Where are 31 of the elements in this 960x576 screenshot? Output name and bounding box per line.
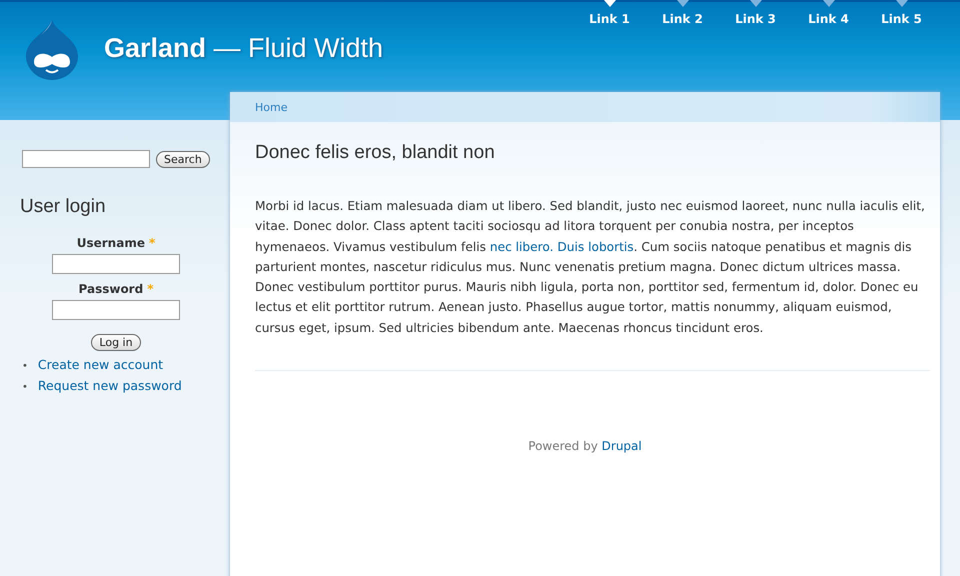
nav-link[interactable]: Link 3	[719, 2, 792, 26]
body-paragraph: Morbi id lacus. Etiam malesuada diam ut libero. Sed blandit, justo nec euismod laoreet, nunc nulla iaculis elit, vitae. Donec dolor. Class aptent taciti sociosqu ad litora torquent per conubia nostra, per inceptos hymenaeos. Vivamus vestibulum felis nec libero. Duis lobortis. Cum sociis natoque penatibus et magnis dis parturient montes, nascetur ridiculus mus. Nunc venenatis pretium magna. Donec dictum ultrices massa. Donec vestibulum porttitor purus. Mauris nibh ligula, porta non, porttitor sed, fermentum id, dolor. Donec eu lectus et elit porttitor rutrum. Aenean justo. Phasellus augue tortor, mattis nonummy, aliquam euismod, cursus eget, ipsum. Sed ultricies bibendum ante. Maecenas rhoncus tincidunt eros.	[255, 196, 930, 372]
search-button[interactable]: Search	[156, 150, 210, 168]
nav-link[interactable]: Link 2	[646, 2, 719, 26]
field-label: Username	[76, 236, 145, 250]
input-field[interactable]	[52, 300, 180, 320]
triangle-icon	[823, 0, 835, 8]
login-button[interactable]: Log in	[91, 334, 141, 351]
nav-link[interactable]: Link 4	[792, 2, 865, 26]
breadcrumb-link[interactable]: Home	[255, 100, 288, 114]
input-field[interactable]	[52, 254, 180, 274]
page-title: Donec felis eros, blandit non	[255, 142, 496, 164]
account-link[interactable]: Request new password	[38, 378, 182, 393]
site-title: Garland — Fluid Width	[104, 32, 384, 64]
account-link[interactable]: Create new account	[38, 357, 164, 372]
field-label: Password	[78, 282, 144, 296]
block-title: User login	[20, 196, 107, 218]
triangle-icon	[750, 0, 762, 8]
bullet: •	[22, 361, 28, 372]
triangle-icon	[896, 0, 908, 8]
nav-link[interactable]: Link 1	[573, 2, 646, 26]
required-mark: *	[148, 236, 156, 250]
footer-text: Powered by Drupal	[527, 439, 643, 454]
triangle-icon	[604, 0, 616, 8]
bullet: •	[22, 382, 28, 393]
text-link[interactable]: nec libero. Duis lobortis	[490, 240, 634, 254]
required-mark: *	[147, 282, 154, 296]
text-link[interactable]: Drupal	[602, 439, 642, 454]
triangle-icon	[677, 0, 689, 8]
nav-link[interactable]: Link 5	[865, 2, 938, 26]
search-field[interactable]	[22, 150, 150, 168]
